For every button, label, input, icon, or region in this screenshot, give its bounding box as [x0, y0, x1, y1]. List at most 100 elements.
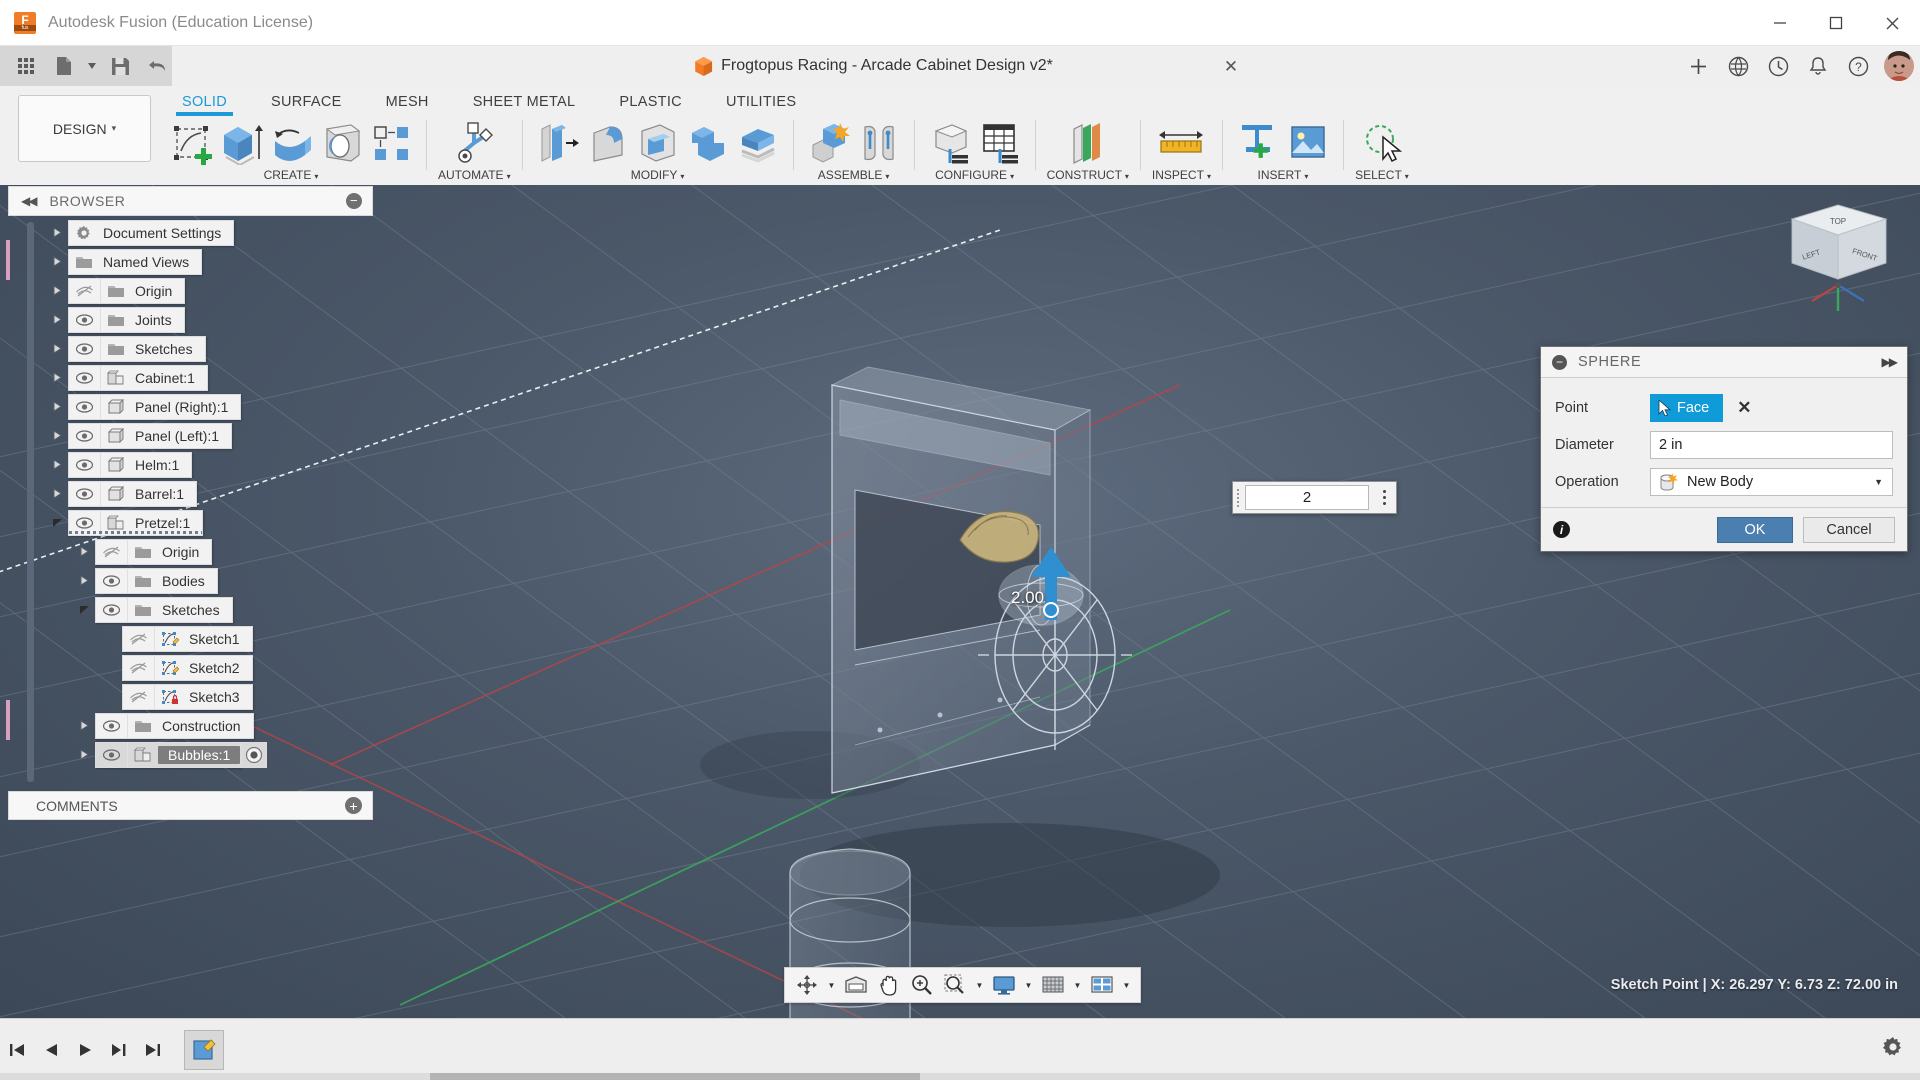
expand-triangle-right-icon[interactable] — [46, 488, 68, 499]
dimension-value-box[interactable]: 2 — [1232, 481, 1397, 514]
visibility-eye-off-icon[interactable] — [96, 538, 128, 565]
ribbon-panel-label-create[interactable]: CREATE ▾ — [264, 168, 319, 182]
browser-row-helm-1[interactable]: Helm:1 — [8, 450, 373, 479]
value-box-menu-icon[interactable] — [1372, 482, 1396, 513]
browser-collapse-icon[interactable]: ◀◀ — [21, 194, 38, 208]
ribbon-panel-label-automate[interactable]: AUTOMATE ▾ — [438, 168, 511, 182]
display-settings-icon[interactable] — [988, 970, 1020, 1000]
point-clear-icon[interactable]: ✕ — [1737, 398, 1751, 418]
ok-button[interactable]: OK — [1717, 516, 1793, 543]
shell-icon[interactable] — [634, 118, 682, 165]
expand-triangle-right-icon[interactable] — [46, 285, 68, 296]
browser-row-origin[interactable]: Origin — [8, 537, 373, 566]
extensions-icon[interactable] — [1718, 46, 1758, 86]
browser-row-pretzel-1[interactable]: Pretzel:1 — [8, 508, 373, 537]
expand-triangle-right-icon[interactable] — [46, 343, 68, 354]
comments-panel[interactable]: COMMENTS + — [8, 791, 373, 820]
visibility-eye-icon[interactable] — [69, 422, 101, 449]
browser-item[interactable]: Construction — [95, 712, 254, 739]
ribbon-panel-label-construct[interactable]: CONSTRUCT ▾ — [1047, 168, 1129, 182]
sweep-icon[interactable] — [317, 118, 365, 165]
view-cube[interactable]: TOP LEFT FRONT — [1778, 193, 1908, 318]
timeline-go-to-beginning-icon[interactable] — [0, 1030, 34, 1070]
browser-item[interactable]: Named Views — [68, 248, 203, 275]
timeline-scrollbar[interactable] — [0, 1073, 1920, 1080]
notifications-bell-icon[interactable] — [1798, 46, 1838, 86]
expand-triangle-down-icon[interactable] — [73, 605, 95, 615]
browser-row-sketch3[interactable]: Sketch3 — [8, 682, 373, 711]
ribbon-panel-label-inspect[interactable]: INSPECT ▾ — [1152, 168, 1211, 182]
browser-item[interactable]: Origin — [68, 277, 186, 304]
visibility-eye-off-icon[interactable] — [123, 683, 155, 710]
combine-icon[interactable] — [684, 118, 732, 165]
zoom-chevron-down-icon[interactable]: ▼ — [972, 970, 987, 1000]
minimize-button[interactable] — [1752, 0, 1808, 46]
browser-row-cabinet-1[interactable]: Cabinet:1 — [8, 363, 373, 392]
sphere-dialog[interactable]: − SPHERE ▶▶ Point Face ✕ Diameter 2 in O — [1540, 346, 1908, 552]
new-file-icon[interactable] — [46, 50, 82, 82]
browser-row-named-views[interactable]: Named Views — [8, 247, 373, 276]
look-at-icon[interactable] — [840, 970, 872, 1000]
dialog-collapse-icon[interactable]: − — [1552, 354, 1567, 370]
ribbon-panel-label-modify[interactable]: MODIFY ▾ — [631, 168, 685, 182]
visibility-eye-icon[interactable] — [96, 712, 128, 739]
document-tab[interactable]: Frogtopus Racing - Arcade Cabinet Design… — [695, 56, 1053, 76]
visibility-eye-icon[interactable] — [69, 480, 101, 507]
browser-row-sketch1[interactable]: Sketch1 — [8, 624, 373, 653]
point-selection-button[interactable]: Face — [1650, 393, 1724, 422]
ribbon-tab-mesh[interactable]: MESH — [364, 86, 451, 114]
ribbon-tab-solid[interactable]: SOLID — [160, 86, 249, 116]
joint-icon[interactable] — [855, 118, 903, 165]
browser-item[interactable]: Sketch1 — [122, 625, 253, 652]
browser-item[interactable]: Joints — [68, 306, 185, 333]
visibility-eye-icon[interactable] — [69, 335, 101, 362]
timeline-play-icon[interactable] — [68, 1030, 102, 1070]
operation-select[interactable]: New Body ▼ — [1650, 467, 1893, 496]
visibility-eye-off-icon[interactable] — [69, 277, 101, 304]
browser-row-document-settings[interactable]: Document Settings — [8, 218, 373, 247]
zoom-icon[interactable] — [906, 970, 938, 1000]
cancel-button[interactable]: Cancel — [1803, 516, 1895, 543]
visibility-eye-icon[interactable] — [96, 596, 128, 623]
split-face-icon[interactable] — [734, 118, 782, 165]
browser-item[interactable]: Helm:1 — [68, 451, 193, 478]
browser-item[interactable]: Barrel:1 — [68, 480, 198, 507]
ribbon-tab-plastic[interactable]: PLASTIC — [597, 86, 704, 114]
press-pull-icon[interactable] — [534, 118, 582, 165]
measure-icon[interactable] — [1154, 118, 1208, 165]
value-box-grip[interactable] — [1233, 482, 1242, 513]
visibility-eye-icon[interactable] — [69, 451, 101, 478]
timeline-step-forward-icon[interactable] — [102, 1030, 136, 1070]
browser-row-sketch2[interactable]: Sketch2 — [8, 653, 373, 682]
browser-item[interactable]: Sketch3 — [122, 683, 253, 710]
browser-item[interactable]: Pretzel:1 — [68, 509, 204, 536]
comments-add-icon[interactable]: + — [345, 797, 362, 814]
ribbon-tab-sheet-metal[interactable]: SHEET METAL — [451, 86, 598, 114]
configure-table-icon[interactable] — [976, 118, 1024, 165]
ribbon-panel-label-select[interactable]: SELECT ▾ — [1355, 168, 1409, 182]
timeline-feature-sketch[interactable] — [184, 1029, 224, 1070]
expand-triangle-down-icon[interactable] — [46, 518, 68, 528]
expand-triangle-right-icon[interactable] — [46, 372, 68, 383]
browser-item[interactable]: Cabinet:1 — [68, 364, 208, 391]
pan-hand-icon[interactable] — [873, 970, 905, 1000]
pattern-icon[interactable] — [367, 118, 415, 165]
browser-row-sketches[interactable]: Sketches — [8, 595, 373, 624]
timeline-settings-gear-icon[interactable] — [1882, 1036, 1904, 1063]
browser-item[interactable]: Panel (Left):1 — [68, 422, 233, 449]
ribbon-panel-label-configure[interactable]: CONFIGURE ▾ — [935, 168, 1014, 182]
viewports-chevron-down-icon[interactable]: ▼ — [1119, 970, 1134, 1000]
ribbon-panel-label-assemble[interactable]: ASSEMBLE ▾ — [818, 168, 890, 182]
create-sketch-icon[interactable] — [167, 118, 215, 165]
browser-item[interactable]: Bodies — [95, 567, 218, 594]
document-tab-close-icon[interactable]: ✕ — [1224, 58, 1238, 75]
extrude-icon[interactable] — [217, 118, 265, 165]
expand-triangle-right-icon[interactable] — [46, 459, 68, 470]
component-activate-radio-icon[interactable] — [241, 741, 268, 768]
timeline-step-back-icon[interactable] — [34, 1030, 68, 1070]
browser-row-panel-left-1[interactable]: Panel (Left):1 — [8, 421, 373, 450]
orbit-chevron-down-icon[interactable]: ▼ — [824, 970, 839, 1000]
dialog-forward-icon[interactable]: ▶▶ — [1882, 355, 1899, 369]
visibility-eye-icon[interactable] — [69, 393, 101, 420]
visibility-eye-icon[interactable] — [69, 364, 101, 391]
